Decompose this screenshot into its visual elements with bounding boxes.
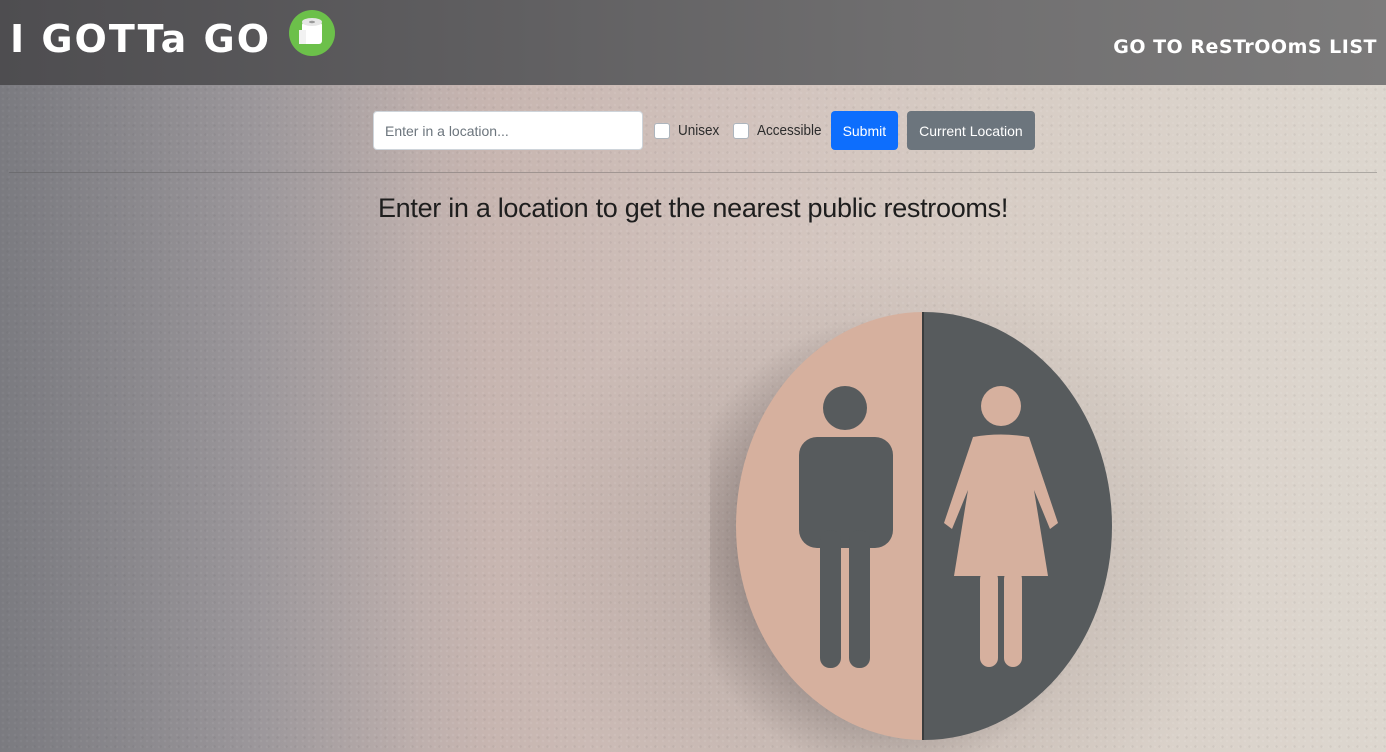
restroom-sign-illustration [710, 312, 1112, 752]
brand-title[interactable]: I GOTTa GO [10, 6, 271, 72]
current-location-button[interactable]: Current Location [907, 111, 1035, 150]
accessible-label: Accessible [756, 122, 822, 139]
search-form: Unisex Accessible Submit Current Locatio… [373, 111, 1035, 150]
navbar: I GOTTa GO GO TO ReSTrOOmS LIST [0, 0, 1386, 85]
submit-button[interactable]: Submit [830, 111, 899, 150]
unisex-checkbox[interactable] [654, 122, 670, 139]
background-shade [0, 0, 420, 752]
page-headline: Enter in a location to get the nearest p… [377, 193, 1009, 223]
restrooms-list-link[interactable]: GO TO ReSTrOOmS LIST [1113, 36, 1377, 58]
accessible-checkbox[interactable] [732, 122, 749, 139]
location-input[interactable] [373, 111, 643, 150]
unisex-option[interactable]: Unisex [654, 122, 724, 139]
divider [9, 172, 1377, 173]
toilet-paper-icon [289, 10, 336, 56]
unisex-label: Unisex [678, 122, 720, 139]
accessible-option[interactable]: Accessible [732, 122, 829, 139]
brand[interactable]: I GOTTa GO [10, 6, 336, 72]
